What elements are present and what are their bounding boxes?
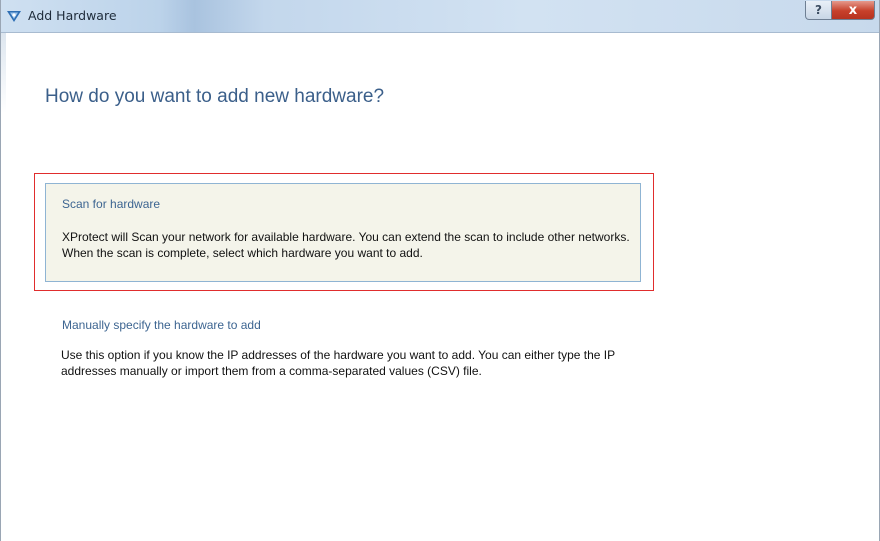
option-scan-for-hardware[interactable]: Scan for hardware XProtect will Scan you… <box>45 183 641 282</box>
help-icon: ? <box>815 3 822 17</box>
window-edge <box>1 33 6 113</box>
add-hardware-window: Add Hardware ? x How do you want to add … <box>0 0 880 541</box>
option-title: Manually specify the hardware to add <box>62 318 261 332</box>
close-icon: x <box>848 2 858 18</box>
help-button[interactable]: ? <box>805 1 832 20</box>
option-manual-specify[interactable]: Manually specify the hardware to add Use… <box>45 308 641 388</box>
app-icon <box>6 9 22 23</box>
option-description: XProtect will Scan your network for avai… <box>62 230 630 260</box>
window-title: Add Hardware <box>28 8 117 23</box>
option-description: Use this option if you know the IP addre… <box>61 348 615 378</box>
close-button[interactable]: x <box>831 1 875 20</box>
page-heading: How do you want to add new hardware? <box>45 86 385 107</box>
title-bar[interactable]: Add Hardware ? x <box>1 0 879 33</box>
option-title: Scan for hardware <box>62 197 161 211</box>
